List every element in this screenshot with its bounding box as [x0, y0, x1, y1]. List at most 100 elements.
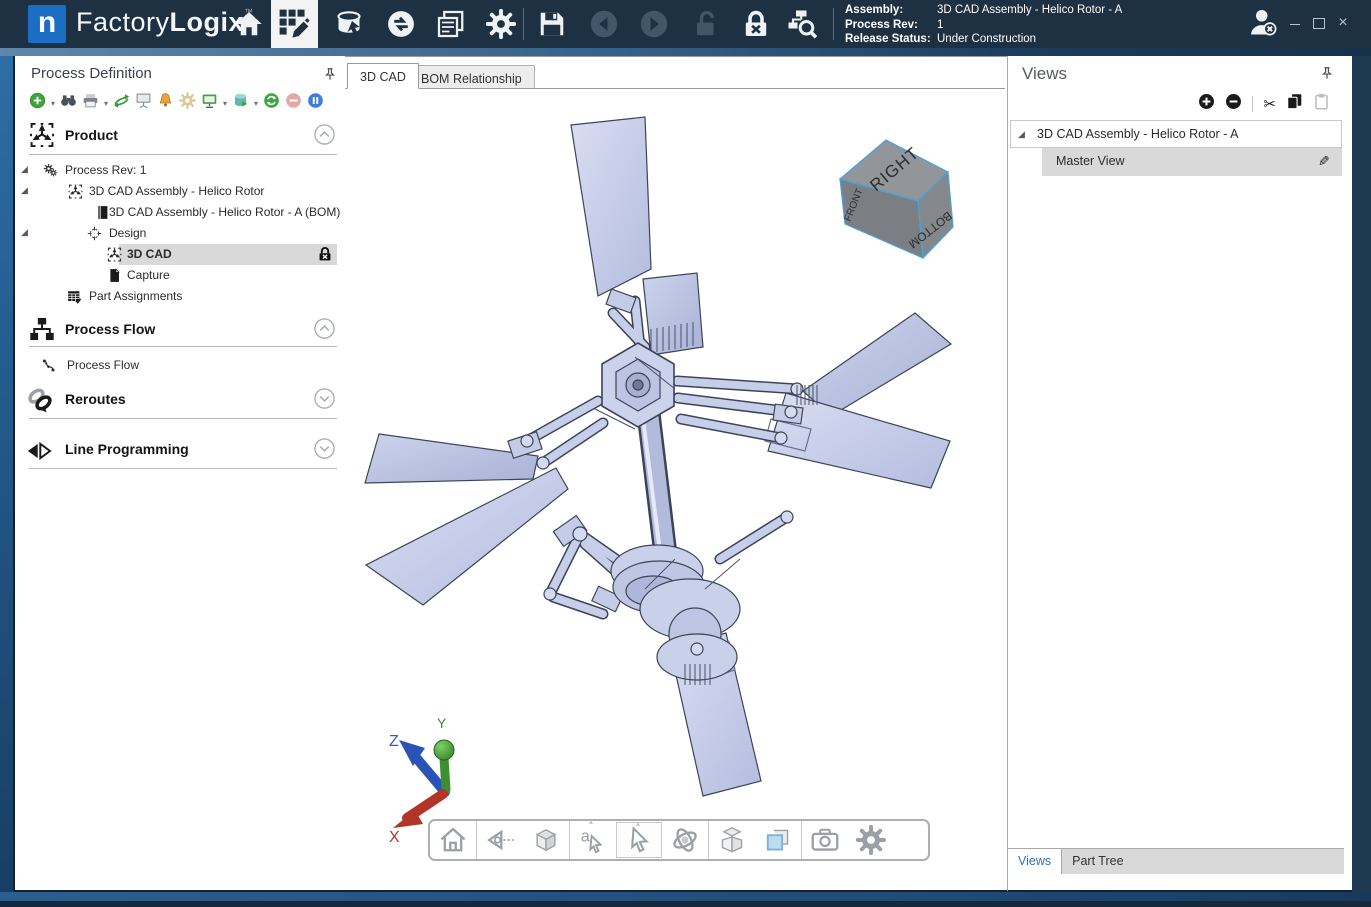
database-icon[interactable] [232, 92, 249, 114]
tree-item-bom[interactable]: 3D CAD Assembly - Helico Rotor - A (BOM) [15, 202, 347, 223]
documents-icon[interactable] [436, 9, 466, 39]
settings-gear-icon[interactable] [486, 9, 516, 39]
lock-close-icon[interactable] [741, 9, 771, 39]
collapse-up-icon[interactable] [313, 317, 336, 345]
components-icon[interactable] [113, 92, 130, 114]
alerts-bell-icon[interactable] [157, 92, 174, 114]
section-label: Process Flow [65, 321, 155, 337]
window-left-edge [0, 56, 13, 892]
find-icon[interactable] [60, 92, 77, 114]
orbit-icon[interactable] [662, 821, 708, 859]
design-crosshair-icon [87, 226, 102, 244]
cad-cube-icon [68, 184, 83, 202]
navigate-back-icon[interactable] [589, 9, 619, 39]
configure-gear-icon[interactable] [179, 92, 196, 114]
home-icon[interactable] [234, 9, 264, 39]
save-icon[interactable] [537, 9, 567, 39]
present-icon[interactable] [135, 92, 152, 114]
expander-icon[interactable]: ◢ [21, 164, 28, 175]
tab-part-tree[interactable]: Part Tree [1062, 849, 1133, 874]
expand-down-icon[interactable] [313, 387, 336, 415]
tab-bom-relationship[interactable]: BOM Relationship [408, 65, 535, 89]
close-button[interactable]: × [1332, 13, 1354, 35]
section-divider [29, 346, 337, 347]
section-label: Line Programming [65, 441, 189, 457]
tree-item-process-flow[interactable]: Process Flow [15, 355, 347, 376]
app-brand: FactoryLogix™ [76, 7, 254, 38]
views-tree-root[interactable]: ◢ 3D CAD Assembly - Helico Rotor - A [1010, 120, 1342, 148]
3d-viewport[interactable]: RIGHT BOTTOM FRONT Z Y X [345, 89, 1005, 890]
section-icon[interactable] [755, 821, 801, 859]
collapse-up-icon[interactable] [313, 123, 336, 151]
release-status-label: Release Status: [845, 32, 937, 47]
panel-title: Views [1022, 64, 1067, 84]
release-status-value: Under Construction [937, 33, 1036, 45]
tab-3d-cad[interactable]: 3D CAD [347, 63, 419, 89]
data-sync-icon[interactable] [386, 9, 416, 39]
user-logout-icon[interactable] [1248, 7, 1278, 37]
tree-item-part-assignments[interactable]: Part Assignments [15, 286, 347, 307]
assembly-label: Assembly: [845, 3, 937, 18]
expander-icon[interactable]: ◢ [21, 185, 28, 196]
release-search-icon[interactable] [787, 9, 817, 39]
unlock-icon[interactable] [691, 9, 721, 39]
refresh-icon[interactable] [263, 92, 280, 114]
dropdown-caret-icon[interactable]: ▾ [51, 99, 55, 108]
view-settings-gear-icon[interactable] [848, 821, 894, 859]
pause-icon[interactable] [307, 92, 324, 114]
select-icon[interactable]: ▴ [616, 822, 662, 858]
section-label: Reroutes [65, 391, 126, 407]
tree-item-label: Process Rev: 1 [65, 163, 146, 177]
dropdown-caret-icon[interactable]: ▾ [223, 99, 227, 108]
section-divider [29, 468, 337, 469]
process-definition-icon[interactable] [271, 0, 318, 48]
select-label-icon[interactable]: ▴ [570, 821, 616, 859]
cut-scissors-icon[interactable]: ✂ [1263, 95, 1276, 113]
section-reroutes[interactable]: Reroutes [15, 386, 347, 416]
remove-view-icon[interactable] [1225, 93, 1242, 115]
accent-strip [0, 48, 1371, 56]
tree-item-3d-cad[interactable]: 3D CAD [15, 244, 347, 265]
tree-item-capture[interactable]: Capture [15, 265, 347, 286]
section-line-programming[interactable]: Line Programming [15, 436, 347, 466]
section-process-flow[interactable]: Process Flow [15, 316, 347, 346]
home-view-icon[interactable] [430, 821, 476, 859]
window-bottom-strip [0, 892, 1371, 901]
tree-item-process-rev[interactable]: ◢ Process Rev: 1 [15, 160, 347, 181]
views-panel: Views ✂ ◢ 3D CAD Assembly - Helico Rotor… [1007, 56, 1352, 892]
views-tree-master-view[interactable]: Master View ✎ [1010, 148, 1342, 176]
add-icon[interactable] [29, 92, 46, 114]
section-product[interactable]: Product [15, 122, 347, 152]
tree-item-assembly[interactable]: ◢ 3D CAD Assembly - Helico Rotor [15, 181, 347, 202]
view-orientation-icon[interactable] [477, 821, 523, 859]
process-rev-label: Process Rev: [845, 18, 937, 33]
dropdown-caret-icon[interactable]: ▾ [254, 99, 258, 108]
navigate-forward-icon[interactable] [639, 9, 669, 39]
expand-down-icon[interactable] [313, 437, 336, 465]
copy-icon[interactable] [1286, 93, 1303, 115]
add-view-icon[interactable] [1198, 93, 1215, 115]
maximize-button[interactable] [1308, 13, 1330, 35]
deploy-icon[interactable] [201, 92, 218, 114]
minimize-button[interactable] [1284, 13, 1306, 35]
pin-icon[interactable] [323, 67, 337, 86]
pin-icon[interactable] [1320, 66, 1334, 85]
main-content: 3D CAD BOM Relationship [345, 56, 1007, 892]
tree-item-design[interactable]: ◢ Design [15, 223, 347, 244]
print-icon[interactable] [82, 92, 99, 114]
tree-item-label: 3D CAD Assembly - Helico Rotor - A (BOM) [109, 205, 340, 219]
edit-pencil-icon[interactable]: ✎ [1318, 153, 1330, 170]
tab-label: Views [1018, 854, 1051, 868]
stop-icon [285, 92, 302, 114]
expander-icon[interactable]: ◢ [1018, 129, 1025, 140]
material-handling-icon[interactable] [334, 9, 364, 39]
tab-views[interactable]: Views [1008, 849, 1062, 874]
app-window: n FactoryLogix™ Assembly:3D CAD Assembly… [0, 0, 1371, 907]
tab-label: Part Tree [1072, 854, 1123, 868]
display-style-icon[interactable] [523, 821, 569, 859]
dropdown-caret-icon[interactable]: ▾ [104, 99, 108, 108]
explode-icon[interactable] [709, 821, 755, 859]
snapshot-camera-icon[interactable] [802, 821, 848, 859]
view-cube[interactable]: RIGHT BOTTOM FRONT [840, 140, 955, 258]
expander-icon[interactable]: ◢ [21, 227, 28, 238]
